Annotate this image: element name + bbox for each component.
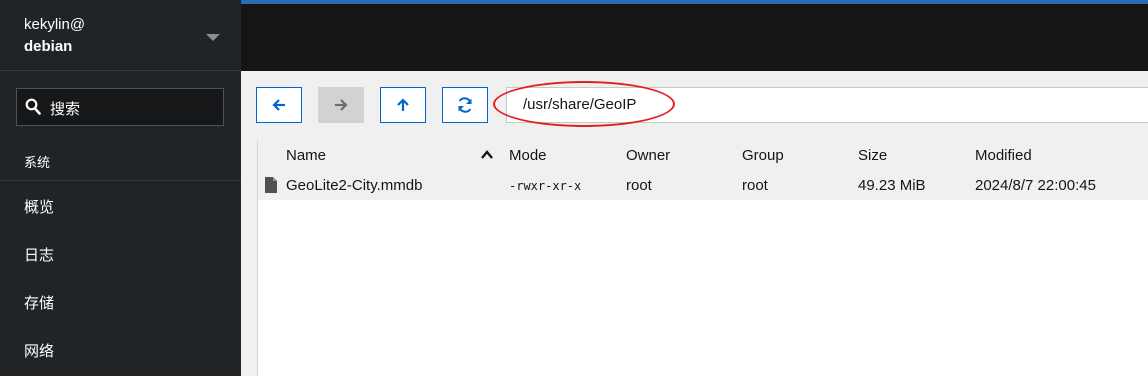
file-icon bbox=[265, 177, 277, 193]
arrow-right-icon bbox=[335, 99, 348, 111]
sidebar-item-network[interactable]: 网络 bbox=[0, 328, 241, 376]
search-input[interactable]: 搜索 bbox=[16, 88, 224, 126]
host-switcher[interactable]: kekylin@ debian bbox=[0, 0, 241, 71]
file-owner: root bbox=[626, 177, 652, 194]
table-row[interactable]: GeoLite2-City.mmdb -rwxr-xr-x root root … bbox=[258, 170, 1148, 200]
file-modified: 2024/8/7 22:00:45 bbox=[975, 177, 1096, 194]
file-table: Name Mode Owner Group Size Modified GeoL… bbox=[257, 140, 1148, 376]
file-group: root bbox=[742, 177, 768, 194]
table-header: Name Mode Owner Group Size Modified bbox=[258, 140, 1148, 170]
sort-ascending-icon[interactable] bbox=[480, 148, 494, 162]
file-mode: -rwxr-xr-x bbox=[509, 179, 582, 193]
annotation-ellipse bbox=[493, 81, 675, 127]
refresh-button[interactable] bbox=[442, 87, 488, 123]
search-icon bbox=[25, 98, 41, 115]
column-header-name[interactable]: Name bbox=[286, 147, 326, 164]
search-label: 搜索 bbox=[50, 101, 81, 118]
top-bar-accent bbox=[241, 0, 1148, 4]
sidebar-item-overview[interactable]: 概览 bbox=[0, 184, 241, 232]
arrow-left-icon bbox=[272, 99, 285, 111]
divider bbox=[0, 180, 241, 181]
file-name[interactable]: GeoLite2-City.mmdb bbox=[286, 177, 422, 194]
arrow-up-icon bbox=[397, 98, 409, 111]
host-name: debian bbox=[24, 38, 73, 55]
column-header-modified[interactable]: Modified bbox=[975, 147, 1032, 164]
column-header-group[interactable]: Group bbox=[742, 147, 784, 164]
forward-button[interactable] bbox=[318, 87, 364, 123]
nav-section-label: 系统 bbox=[24, 155, 51, 170]
caret-down-icon[interactable] bbox=[206, 34, 220, 41]
up-directory-button[interactable] bbox=[380, 87, 426, 123]
column-header-owner[interactable]: Owner bbox=[626, 147, 670, 164]
sidebar-item-logs[interactable]: 日志 bbox=[0, 232, 241, 280]
file-size: 49.23 MiB bbox=[858, 177, 926, 194]
host-user: kekylin@ bbox=[24, 16, 86, 33]
file-browser: /usr/share/GeoIP Name Mode Owner Group S… bbox=[241, 71, 1148, 376]
sidebar: kekylin@ debian 搜索 系统 概览 日志 存储 网络 bbox=[0, 0, 241, 376]
back-button[interactable] bbox=[256, 87, 302, 123]
column-header-mode[interactable]: Mode bbox=[509, 147, 547, 164]
sidebar-item-storage[interactable]: 存储 bbox=[0, 280, 241, 328]
refresh-icon bbox=[458, 97, 472, 113]
top-bar bbox=[241, 0, 1148, 71]
column-header-size[interactable]: Size bbox=[858, 147, 887, 164]
